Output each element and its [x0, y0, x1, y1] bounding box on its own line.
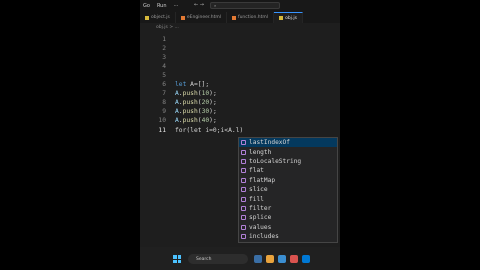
code-text: A.push(20);: [175, 99, 217, 106]
breadcrumb[interactable]: obj.js > ...: [156, 25, 179, 30]
line-number: 3: [162, 54, 166, 61]
code-line: 10 A.push(40);: [140, 117, 340, 126]
tab-obj-js[interactable]: obj.js: [274, 12, 303, 23]
method-icon: [241, 224, 246, 230]
method-icon: [241, 168, 246, 174]
app-icon[interactable]: [254, 255, 262, 263]
method-icon: [241, 177, 246, 183]
vscode-icon[interactable]: [302, 255, 310, 263]
line-number: 9: [162, 108, 166, 115]
suggestion-item[interactable]: slice: [239, 185, 337, 194]
code-text: A.push(40);: [175, 117, 217, 124]
command-search-input[interactable]: ⌕: [210, 2, 280, 9]
method-icon: [241, 215, 246, 221]
code-line-current: 11 for(let i=0;i<A.l): [140, 127, 340, 136]
tab-eengineer-html[interactable]: eEngineer.html: [176, 12, 227, 23]
method-icon: [241, 140, 246, 146]
suggestion-item[interactable]: includes: [239, 232, 337, 241]
line-number: 6: [162, 81, 166, 88]
autocomplete-suggestions: lastIndexOf length toLocaleString flat f…: [238, 137, 338, 243]
code-line: 9 A.push(30);: [140, 108, 340, 117]
code-line: 6 let A=[];: [140, 81, 340, 90]
suggestion-item[interactable]: toLocaleString: [239, 157, 337, 166]
suggestion-item[interactable]: splice: [239, 213, 337, 222]
menu-run[interactable]: Run: [157, 3, 167, 9]
code-text: A.push(10);: [175, 90, 217, 97]
code-text: for(let i=0;i<A.l): [175, 127, 244, 134]
code-line: 1: [140, 36, 340, 45]
code-line: 2: [140, 45, 340, 54]
suggestion-item[interactable]: lastIndexOf: [239, 138, 337, 148]
tab-function-html[interactable]: function.html: [227, 12, 275, 23]
line-number: 5: [162, 72, 166, 79]
line-number: 4: [162, 63, 166, 70]
code-line: 4: [140, 63, 340, 72]
line-number: 8: [162, 99, 166, 106]
line-number: 1: [162, 36, 166, 43]
title-bar: Go Run ··· ← → ⌕: [140, 0, 340, 12]
suggestion-item[interactable]: flatMap: [239, 176, 337, 185]
suggestion-item[interactable]: fill: [239, 194, 337, 203]
tab-object-js[interactable]: object.js: [140, 12, 176, 23]
suggestion-item[interactable]: length: [239, 147, 337, 156]
code-line: 7 A.push(10);: [140, 90, 340, 99]
suggestion-item[interactable]: flat: [239, 166, 337, 175]
line-number: 11: [158, 127, 166, 134]
js-file-icon: [145, 15, 149, 20]
suggestion-item[interactable]: values: [239, 223, 337, 232]
folder-icon[interactable]: [266, 255, 274, 263]
code-line: 8 A.push(20);: [140, 99, 340, 108]
method-icon: [241, 158, 246, 164]
menu-more[interactable]: ···: [174, 3, 179, 9]
code-line: 3: [140, 54, 340, 63]
line-number: 7: [162, 90, 166, 97]
nav-arrows[interactable]: ← →: [194, 2, 204, 8]
code-text: let A=[];: [175, 81, 210, 88]
windows-start-icon[interactable]: [173, 255, 181, 263]
suggestion-item[interactable]: filter: [239, 204, 337, 213]
method-icon: [241, 234, 246, 240]
html-file-icon: [231, 15, 236, 20]
method-icon: [241, 196, 246, 202]
taskbar: Search: [140, 247, 340, 270]
js-file-icon: [279, 16, 284, 20]
chrome-icon[interactable]: [290, 255, 298, 263]
method-icon: [241, 205, 246, 211]
line-number: 2: [162, 45, 166, 52]
taskbar-search[interactable]: Search: [188, 254, 248, 264]
edge-icon[interactable]: [278, 255, 286, 263]
method-icon: [241, 187, 246, 193]
menu-go[interactable]: Go: [143, 3, 150, 9]
line-number: 10: [158, 117, 166, 124]
method-icon: [241, 149, 246, 155]
code-text: A.push(30);: [175, 108, 217, 115]
editor-tabs: object.js eEngineer.html function.html o…: [140, 12, 340, 23]
code-line: 5: [140, 72, 340, 81]
html-file-icon: [180, 15, 185, 20]
